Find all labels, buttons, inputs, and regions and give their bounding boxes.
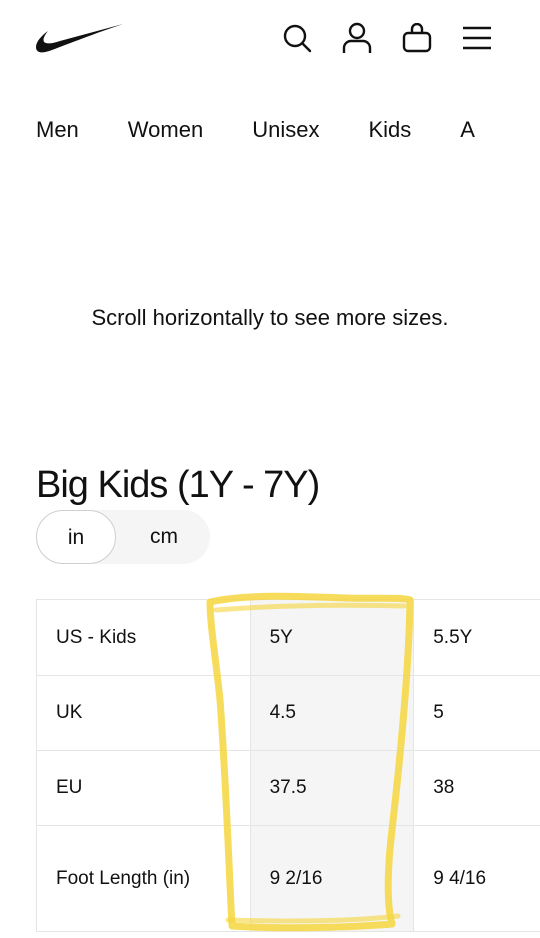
nike-swoosh-logo[interactable] (34, 20, 126, 56)
top-header (0, 0, 540, 80)
size-chart-table[interactable]: US - Kids 5Y 5.5Y UK 4.5 5 EU 37.5 38 Fo… (36, 599, 540, 932)
category-women[interactable]: Women (128, 116, 203, 146)
category-men[interactable]: Men (36, 116, 79, 146)
row-header-eu: EU (37, 751, 251, 825)
search-icon[interactable] (279, 20, 315, 56)
table-row: Foot Length (in) 9 2/16 9 4/16 (37, 826, 540, 932)
scroll-hint: Scroll horizontally to see more sizes. (91, 305, 449, 330)
unit-in-button[interactable]: in (36, 510, 116, 564)
unit-cm-button[interactable]: cm (124, 510, 204, 564)
table-cell: 5 (433, 702, 444, 723)
table-row: EU 37.5 38 (37, 751, 540, 826)
table-cell: 5Y (250, 600, 415, 675)
category-partial[interactable]: A (460, 116, 475, 146)
row-header-foot-length: Foot Length (in) (37, 826, 251, 931)
row-header-uk: UK (37, 676, 251, 750)
category-nav: Men Women Unisex Kids A (36, 116, 524, 146)
table-cell: 9 2/16 (250, 826, 415, 931)
user-icon[interactable] (339, 20, 375, 56)
category-kids[interactable]: Kids (368, 116, 411, 146)
table-cell: 4.5 (250, 676, 415, 750)
unit-toggle: in cm (36, 510, 210, 564)
table-cell: 5.5Y (433, 626, 473, 648)
table-cell: 37.5 (250, 751, 415, 825)
table-cell: 38 (433, 777, 455, 798)
bag-icon[interactable] (399, 20, 435, 56)
table-row: UK 4.5 5 (37, 676, 540, 751)
row-header-us-kids: US - Kids (37, 600, 251, 675)
section-title: Big Kids (1Y - 7Y) (36, 464, 320, 506)
table-row: US - Kids 5Y 5.5Y (37, 600, 540, 676)
menu-icon[interactable] (459, 20, 495, 56)
table-cell: 9 4/16 (433, 867, 487, 889)
category-unisex[interactable]: Unisex (252, 116, 319, 146)
